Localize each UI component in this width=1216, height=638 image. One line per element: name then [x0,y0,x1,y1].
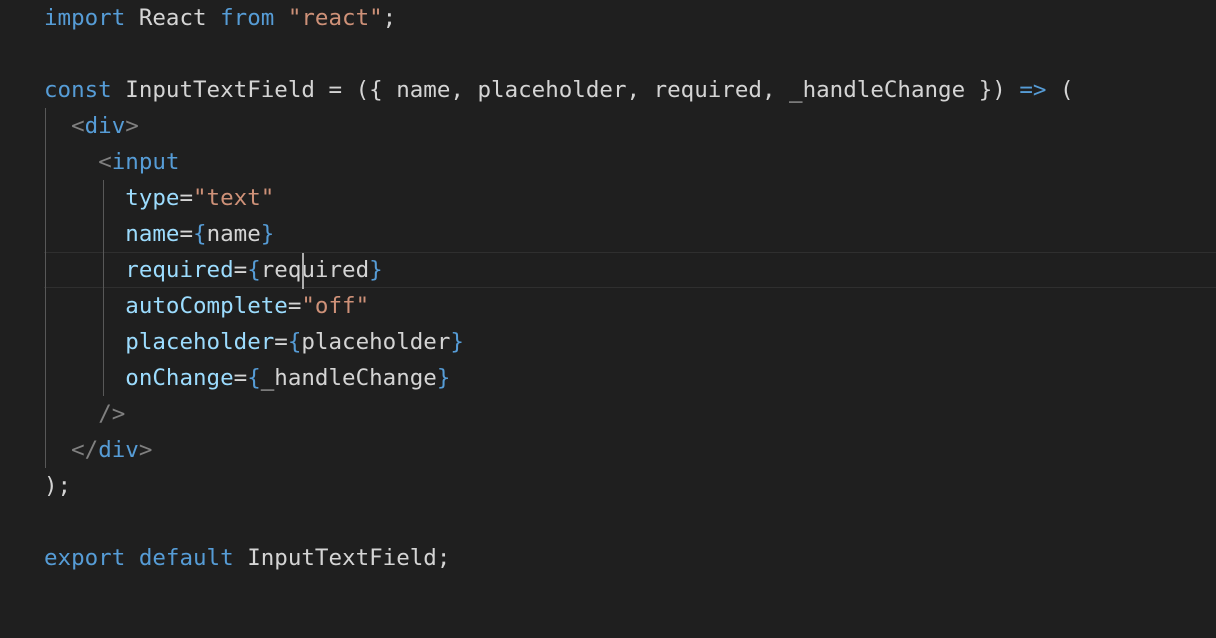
code-line[interactable] [0,36,1216,72]
code-line[interactable]: name={name} [0,216,1216,252]
code-token: </ [71,437,99,463]
code-token: { [247,257,261,283]
code-line-text: onChange={_handleChange} [0,360,450,396]
code-line[interactable]: /> [0,396,1216,432]
code-token: "text" [193,185,275,211]
code-line[interactable]: </div> [0,432,1216,468]
code-token: = [179,185,194,211]
code-token: import [44,5,126,31]
code-token: _handleChange [260,365,437,391]
code-editor[interactable]: import React from "react"; const InputTex… [0,0,1216,638]
code-token: React [138,5,207,31]
code-token: = [274,329,288,355]
code-token: /> [98,401,126,427]
code-line[interactable]: import React from "react"; [0,0,1216,36]
code-token: > [138,437,153,463]
code-line[interactable]: <div> [0,108,1216,144]
code-token: InputTextField; [233,545,451,571]
code-line[interactable]: ); [0,468,1216,504]
code-line-text: ); [0,468,71,504]
code-token: { [287,329,302,355]
code-line-text: <div> [0,108,139,144]
code-token: onChange [125,365,234,391]
code-token: ; [382,5,397,31]
code-token: name [206,221,261,247]
code-line[interactable]: onChange={_handleChange} [0,360,1216,396]
code-token: required [260,257,370,283]
code-token: export [44,545,126,571]
code-line[interactable]: export default InputTextField; [0,540,1216,576]
code-token: InputTextField = ({ name, placeholder, r… [111,77,1020,103]
code-line-text: required={required} [0,252,383,288]
code-token: autoComplete [125,293,288,319]
code-line[interactable]: required={required} [0,252,1216,288]
code-token: "off" [301,293,370,319]
code-line-text: <input [0,144,179,180]
code-token: "react" [287,5,383,31]
code-token: default [138,545,234,571]
code-token: < [71,113,85,139]
code-token: } [436,365,451,391]
code-line[interactable]: placeholder={placeholder} [0,324,1216,360]
code-line-text: type="text" [0,180,274,216]
code-text-area[interactable]: import React from "react"; const InputTex… [0,0,1216,638]
code-line-text: name={name} [0,216,274,252]
code-line-text: export default InputTextField; [0,540,450,576]
code-token: { [247,365,261,391]
code-token: > [125,113,139,139]
code-token: required [125,257,234,283]
code-token: { [193,221,207,247]
code-token: = [233,257,248,283]
code-token: div [98,437,139,463]
code-token: = [287,293,302,319]
code-token: } [260,221,275,247]
code-line-text: import React from "react"; [0,0,396,36]
code-token: const [44,77,112,103]
code-line[interactable]: <input [0,144,1216,180]
code-token: => [1019,77,1047,103]
code-token: } [369,257,383,283]
code-token: ( [1046,77,1074,103]
code-token: = [179,221,194,247]
code-line[interactable]: type="text" [0,180,1216,216]
code-token: input [111,149,180,175]
code-token: < [98,149,112,175]
code-line-text: autoComplete="off" [0,288,369,324]
code-token: div [84,113,126,139]
code-line-text: </div> [0,432,152,468]
code-line[interactable] [0,504,1216,540]
code-line[interactable]: const InputTextField = ({ name, placehol… [0,72,1216,108]
code-token: placeholder [301,329,451,355]
code-line-text: placeholder={placeholder} [0,324,464,360]
code-token: placeholder [125,329,275,355]
code-token: } [450,329,464,355]
code-token: ); [44,473,72,499]
code-token: name [125,221,180,247]
code-token: = [233,365,248,391]
code-line-text: /> [0,396,125,432]
code-line-text: const InputTextField = ({ name, placehol… [0,72,1074,108]
code-token: type [125,185,180,211]
code-line[interactable]: autoComplete="off" [0,288,1216,324]
code-token: from [220,5,275,31]
